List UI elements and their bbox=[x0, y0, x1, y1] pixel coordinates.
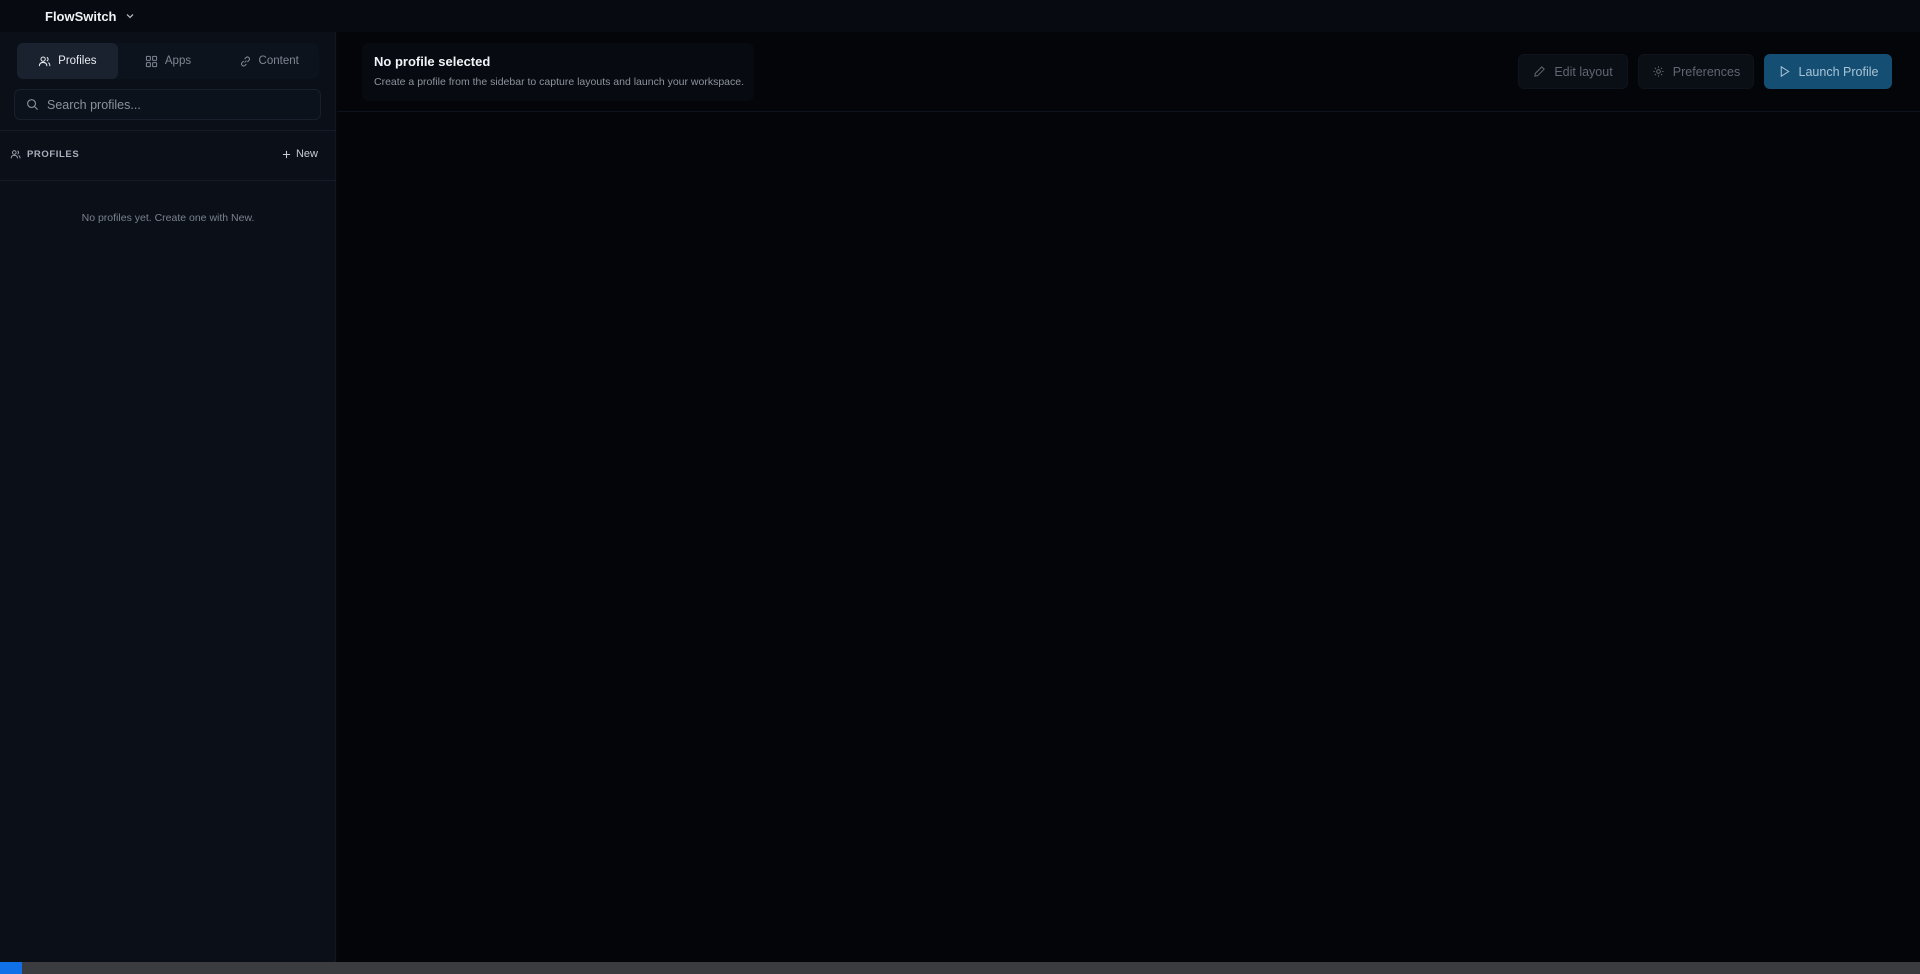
tab-profiles[interactable]: Profiles bbox=[17, 43, 118, 79]
status-indicator bbox=[0, 962, 22, 974]
tab-apps[interactable]: Apps bbox=[118, 43, 219, 79]
play-icon bbox=[1780, 65, 1790, 78]
chevron-down-icon bbox=[126, 14, 133, 19]
grid-icon bbox=[145, 55, 158, 67]
empty-profiles-message: No profiles yet. Create one with New. bbox=[81, 212, 255, 224]
edit-layout-label: Edit layout bbox=[1554, 64, 1613, 79]
sidebar-section-divider bbox=[0, 180, 336, 181]
users-icon bbox=[10, 149, 21, 158]
launch-profile-button[interactable]: Launch Profile bbox=[1764, 54, 1892, 89]
status-bar bbox=[0, 962, 1920, 974]
page-title: No profile selected bbox=[374, 54, 491, 69]
sidebar-divider bbox=[0, 130, 336, 131]
profiles-section-header: PROFILES New bbox=[10, 145, 324, 163]
profiles-section-label: PROFILES bbox=[27, 148, 80, 160]
main-panel: No profile selected Create a profile fro… bbox=[337, 32, 1920, 962]
gear-icon bbox=[1653, 66, 1664, 77]
header-card: No profile selected Create a profile fro… bbox=[362, 43, 754, 101]
tab-apps-label: Apps bbox=[164, 55, 192, 67]
search-input[interactable] bbox=[47, 97, 307, 112]
tab-content-label: Content bbox=[258, 55, 299, 67]
preferences-label: Preferences bbox=[1672, 64, 1741, 79]
pencil-icon bbox=[1534, 66, 1546, 77]
search-icon bbox=[27, 99, 39, 111]
title-bar: FlowSwitch bbox=[0, 0, 1920, 32]
preferences-button[interactable]: Preferences bbox=[1638, 54, 1754, 89]
sidebar-tabs: Profiles Apps Content bbox=[17, 43, 319, 79]
app-switcher[interactable]: FlowSwitch bbox=[45, 6, 135, 26]
edit-layout-button[interactable]: Edit layout bbox=[1518, 54, 1628, 89]
link-icon bbox=[240, 56, 250, 66]
page-subtitle: Create a profile from the sidebar to cap… bbox=[374, 76, 745, 88]
plus-icon bbox=[282, 150, 291, 158]
app-title: FlowSwitch bbox=[45, 8, 117, 24]
new-profile-label: New bbox=[295, 148, 318, 160]
sidebar: Profiles Apps Content PROFILES New No pr… bbox=[0, 32, 336, 962]
users-icon bbox=[39, 56, 51, 66]
tab-content[interactable]: Content bbox=[218, 43, 319, 79]
header-divider bbox=[337, 111, 1920, 112]
tab-profiles-label: Profiles bbox=[58, 55, 97, 67]
search-box bbox=[14, 89, 321, 120]
new-profile-button[interactable]: New bbox=[282, 148, 324, 160]
launch-profile-label: Launch Profile bbox=[1798, 64, 1879, 79]
profiles-section-title: PROFILES bbox=[10, 149, 79, 160]
